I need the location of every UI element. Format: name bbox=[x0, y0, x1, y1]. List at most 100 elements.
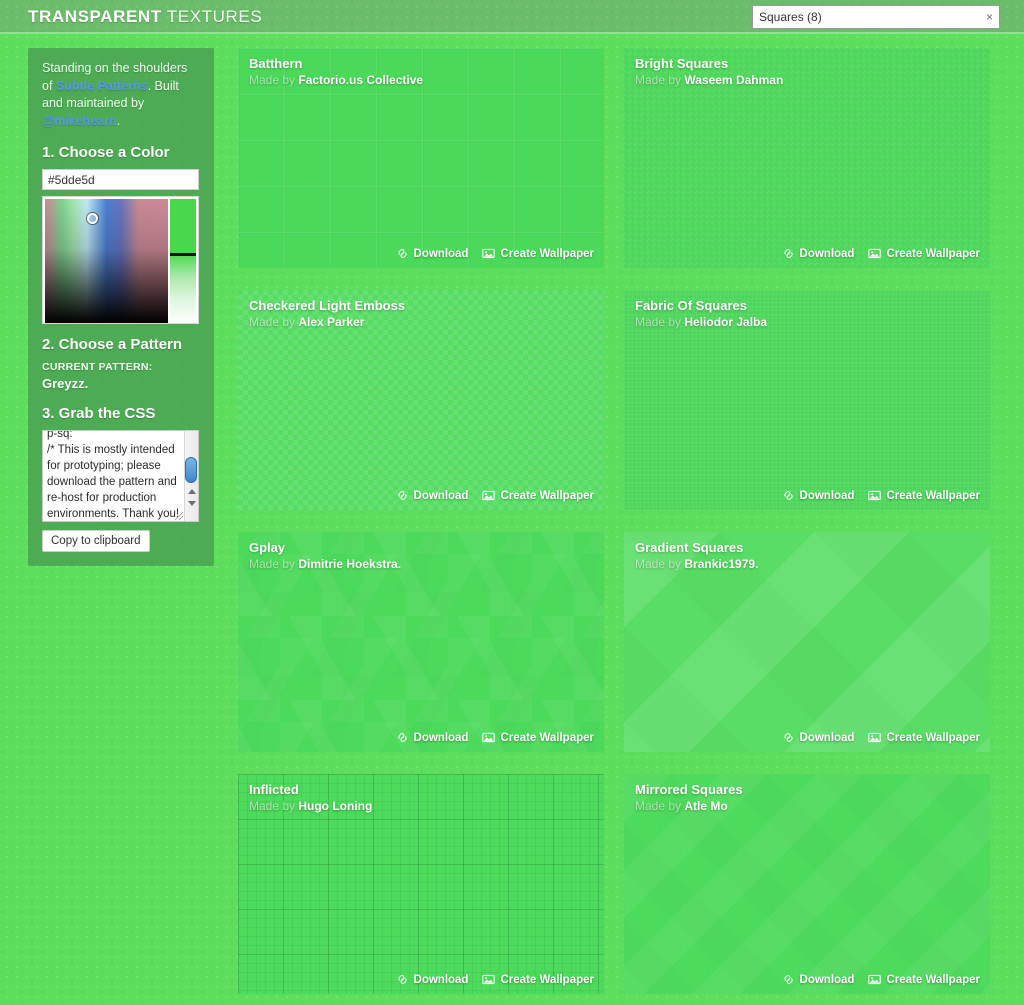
made-by-label: Made by bbox=[635, 73, 685, 87]
author-name: Brankic1979. bbox=[684, 557, 759, 571]
download-link[interactable]: Download bbox=[782, 489, 855, 502]
pattern-title: Bright Squares bbox=[635, 56, 729, 71]
made-by-label: Made by bbox=[635, 557, 685, 571]
create-wallpaper-link[interactable]: Create Wallpaper bbox=[868, 247, 980, 260]
image-icon bbox=[868, 973, 882, 986]
step-3-title: 3. Grab the CSS bbox=[42, 405, 156, 422]
pattern-card[interactable]: Batthern Made by Factorio.us Collective Do… bbox=[238, 48, 604, 268]
create-wallpaper-label: Create Wallpaper bbox=[500, 973, 594, 986]
image-icon bbox=[482, 247, 496, 260]
scroll-down-icon[interactable] bbox=[188, 501, 196, 506]
pattern-card[interactable]: Bright Squares Made by Waseem Dahman Downl… bbox=[624, 48, 990, 268]
saturation-value-map[interactable] bbox=[45, 199, 168, 323]
image-icon bbox=[482, 731, 496, 744]
pattern-actions: Download Create Wallpaper bbox=[396, 731, 594, 744]
download-label: Download bbox=[799, 489, 855, 502]
pattern-author: Made by Atle Mo bbox=[635, 799, 728, 813]
pattern-card[interactable]: Gradient Squares Made by Brankic1979. Down… bbox=[624, 532, 990, 752]
image-icon bbox=[868, 489, 882, 502]
resize-handle-icon[interactable] bbox=[175, 512, 183, 520]
hex-color-input[interactable] bbox=[42, 169, 199, 190]
copy-to-clipboard-button[interactable]: Copy to clipboard bbox=[42, 530, 150, 552]
pattern-card[interactable]: Mirrored Squares Made by Atle Mo Download C… bbox=[624, 774, 990, 994]
made-by-label: Made by bbox=[635, 315, 685, 329]
made-by-label: Made by bbox=[249, 799, 299, 813]
pattern-card[interactable]: Checkered Light Emboss Made by Alex Parke… bbox=[238, 290, 604, 510]
pattern-actions: Download Create Wallpaper bbox=[396, 973, 594, 986]
pattern-actions: Download Create Wallpaper bbox=[782, 973, 980, 986]
download-label: Download bbox=[413, 973, 469, 986]
pattern-title: Fabric Of Squares bbox=[635, 298, 747, 313]
logo-strong: TRANSPARENT bbox=[28, 7, 162, 26]
create-wallpaper-link[interactable]: Create Wallpaper bbox=[482, 731, 594, 744]
css-textarea-value: p-sq: /* This is mostly intended for pro… bbox=[47, 430, 180, 520]
download-label: Download bbox=[799, 973, 855, 986]
color-picker-cursor[interactable] bbox=[87, 213, 98, 224]
css-textarea-scrollbar[interactable] bbox=[184, 431, 198, 521]
download-link[interactable]: Download bbox=[782, 973, 855, 986]
create-wallpaper-label: Create Wallpaper bbox=[886, 247, 980, 260]
download-link[interactable]: Download bbox=[396, 973, 469, 986]
create-wallpaper-link[interactable]: Create Wallpaper bbox=[482, 247, 594, 260]
card-row: Checkered Light Emboss Made by Alex Parke… bbox=[238, 290, 1008, 510]
pattern-actions: Download Create Wallpaper bbox=[782, 247, 980, 260]
image-icon bbox=[868, 731, 882, 744]
download-label: Download bbox=[413, 247, 469, 260]
current-pattern-name: Greyzz. bbox=[42, 376, 89, 391]
pattern-card[interactable]: Gplay Made by Dimitrie Hoekstra. Download C… bbox=[238, 532, 604, 752]
card-row: Batthern Made by Factorio.us Collective Do… bbox=[238, 48, 1008, 268]
download-link[interactable]: Download bbox=[782, 247, 854, 260]
clear-search-icon[interactable]: × bbox=[986, 9, 993, 25]
made-by-label: Made by bbox=[249, 315, 299, 329]
link-icon bbox=[396, 973, 409, 986]
pattern-author: Made by Waseem Dahman bbox=[635, 73, 783, 87]
create-wallpaper-label: Create Wallpaper bbox=[500, 247, 594, 260]
pattern-author: Made by Hugo Loning bbox=[249, 799, 372, 813]
mikehearn-link[interactable]: @mikehearn bbox=[42, 114, 117, 128]
download-link[interactable]: Download bbox=[396, 489, 468, 502]
step-1-title: 1. Choose a Color bbox=[42, 144, 170, 161]
download-link[interactable]: Download bbox=[782, 731, 854, 744]
create-wallpaper-label: Create Wallpaper bbox=[886, 731, 980, 744]
search-input[interactable] bbox=[752, 5, 1000, 29]
hue-slider-handle[interactable] bbox=[170, 253, 196, 256]
subtle-patterns-link[interactable]: Subtle Patterns bbox=[56, 79, 148, 93]
hue-slider[interactable] bbox=[170, 199, 196, 323]
card-row: Inflicted Made by Hugo Loning Download Crea… bbox=[238, 774, 1008, 994]
download-link[interactable]: Download bbox=[396, 247, 469, 260]
link-icon bbox=[396, 247, 409, 260]
create-wallpaper-label: Create Wallpaper bbox=[886, 973, 980, 986]
color-picker[interactable] bbox=[42, 196, 199, 324]
pattern-author: Made by Dimitrie Hoekstra. bbox=[249, 557, 401, 571]
create-wallpaper-link[interactable]: Create Wallpaper bbox=[482, 973, 594, 986]
pattern-card[interactable]: Fabric Of Squares Made by Heliodor Jalba D… bbox=[624, 290, 990, 510]
pattern-card[interactable]: Inflicted Made by Hugo Loning Download Crea… bbox=[238, 774, 604, 994]
current-pattern-label: CURRENT PATTERN: bbox=[42, 361, 153, 373]
link-icon bbox=[782, 973, 795, 986]
css-textarea[interactable]: p-sq: /* This is mostly intended for pro… bbox=[42, 430, 199, 522]
link-icon bbox=[782, 731, 795, 744]
author-name: Waseem Dahman bbox=[684, 73, 784, 87]
download-link[interactable]: Download bbox=[396, 731, 469, 744]
create-wallpaper-label: Create Wallpaper bbox=[500, 731, 594, 744]
search-container: × bbox=[752, 5, 1000, 29]
image-icon bbox=[868, 247, 882, 260]
create-wallpaper-link[interactable]: Create Wallpaper bbox=[868, 731, 980, 744]
top-header: TRANSPARENT TEXTURES × bbox=[0, 0, 1024, 34]
download-label: Download bbox=[413, 731, 469, 744]
link-icon bbox=[396, 489, 409, 502]
made-by-label: Made by bbox=[249, 557, 299, 571]
create-wallpaper-link[interactable]: Create Wallpaper bbox=[482, 489, 594, 502]
author-name: Hugo Loning bbox=[298, 799, 373, 813]
scroll-up-icon[interactable] bbox=[188, 489, 196, 494]
create-wallpaper-label: Create Wallpaper bbox=[886, 489, 980, 502]
create-wallpaper-link[interactable]: Create Wallpaper bbox=[868, 973, 980, 986]
link-icon bbox=[782, 489, 795, 502]
link-icon bbox=[396, 731, 409, 744]
scrollbar-thumb[interactable] bbox=[185, 457, 197, 483]
author-name: Heliodor Jalba bbox=[684, 315, 768, 329]
site-logo: TRANSPARENT TEXTURES bbox=[28, 7, 262, 27]
pattern-actions: Download Create Wallpaper bbox=[782, 489, 980, 502]
pattern-actions: Download Create Wallpaper bbox=[396, 247, 594, 260]
create-wallpaper-link[interactable]: Create Wallpaper bbox=[868, 489, 980, 502]
